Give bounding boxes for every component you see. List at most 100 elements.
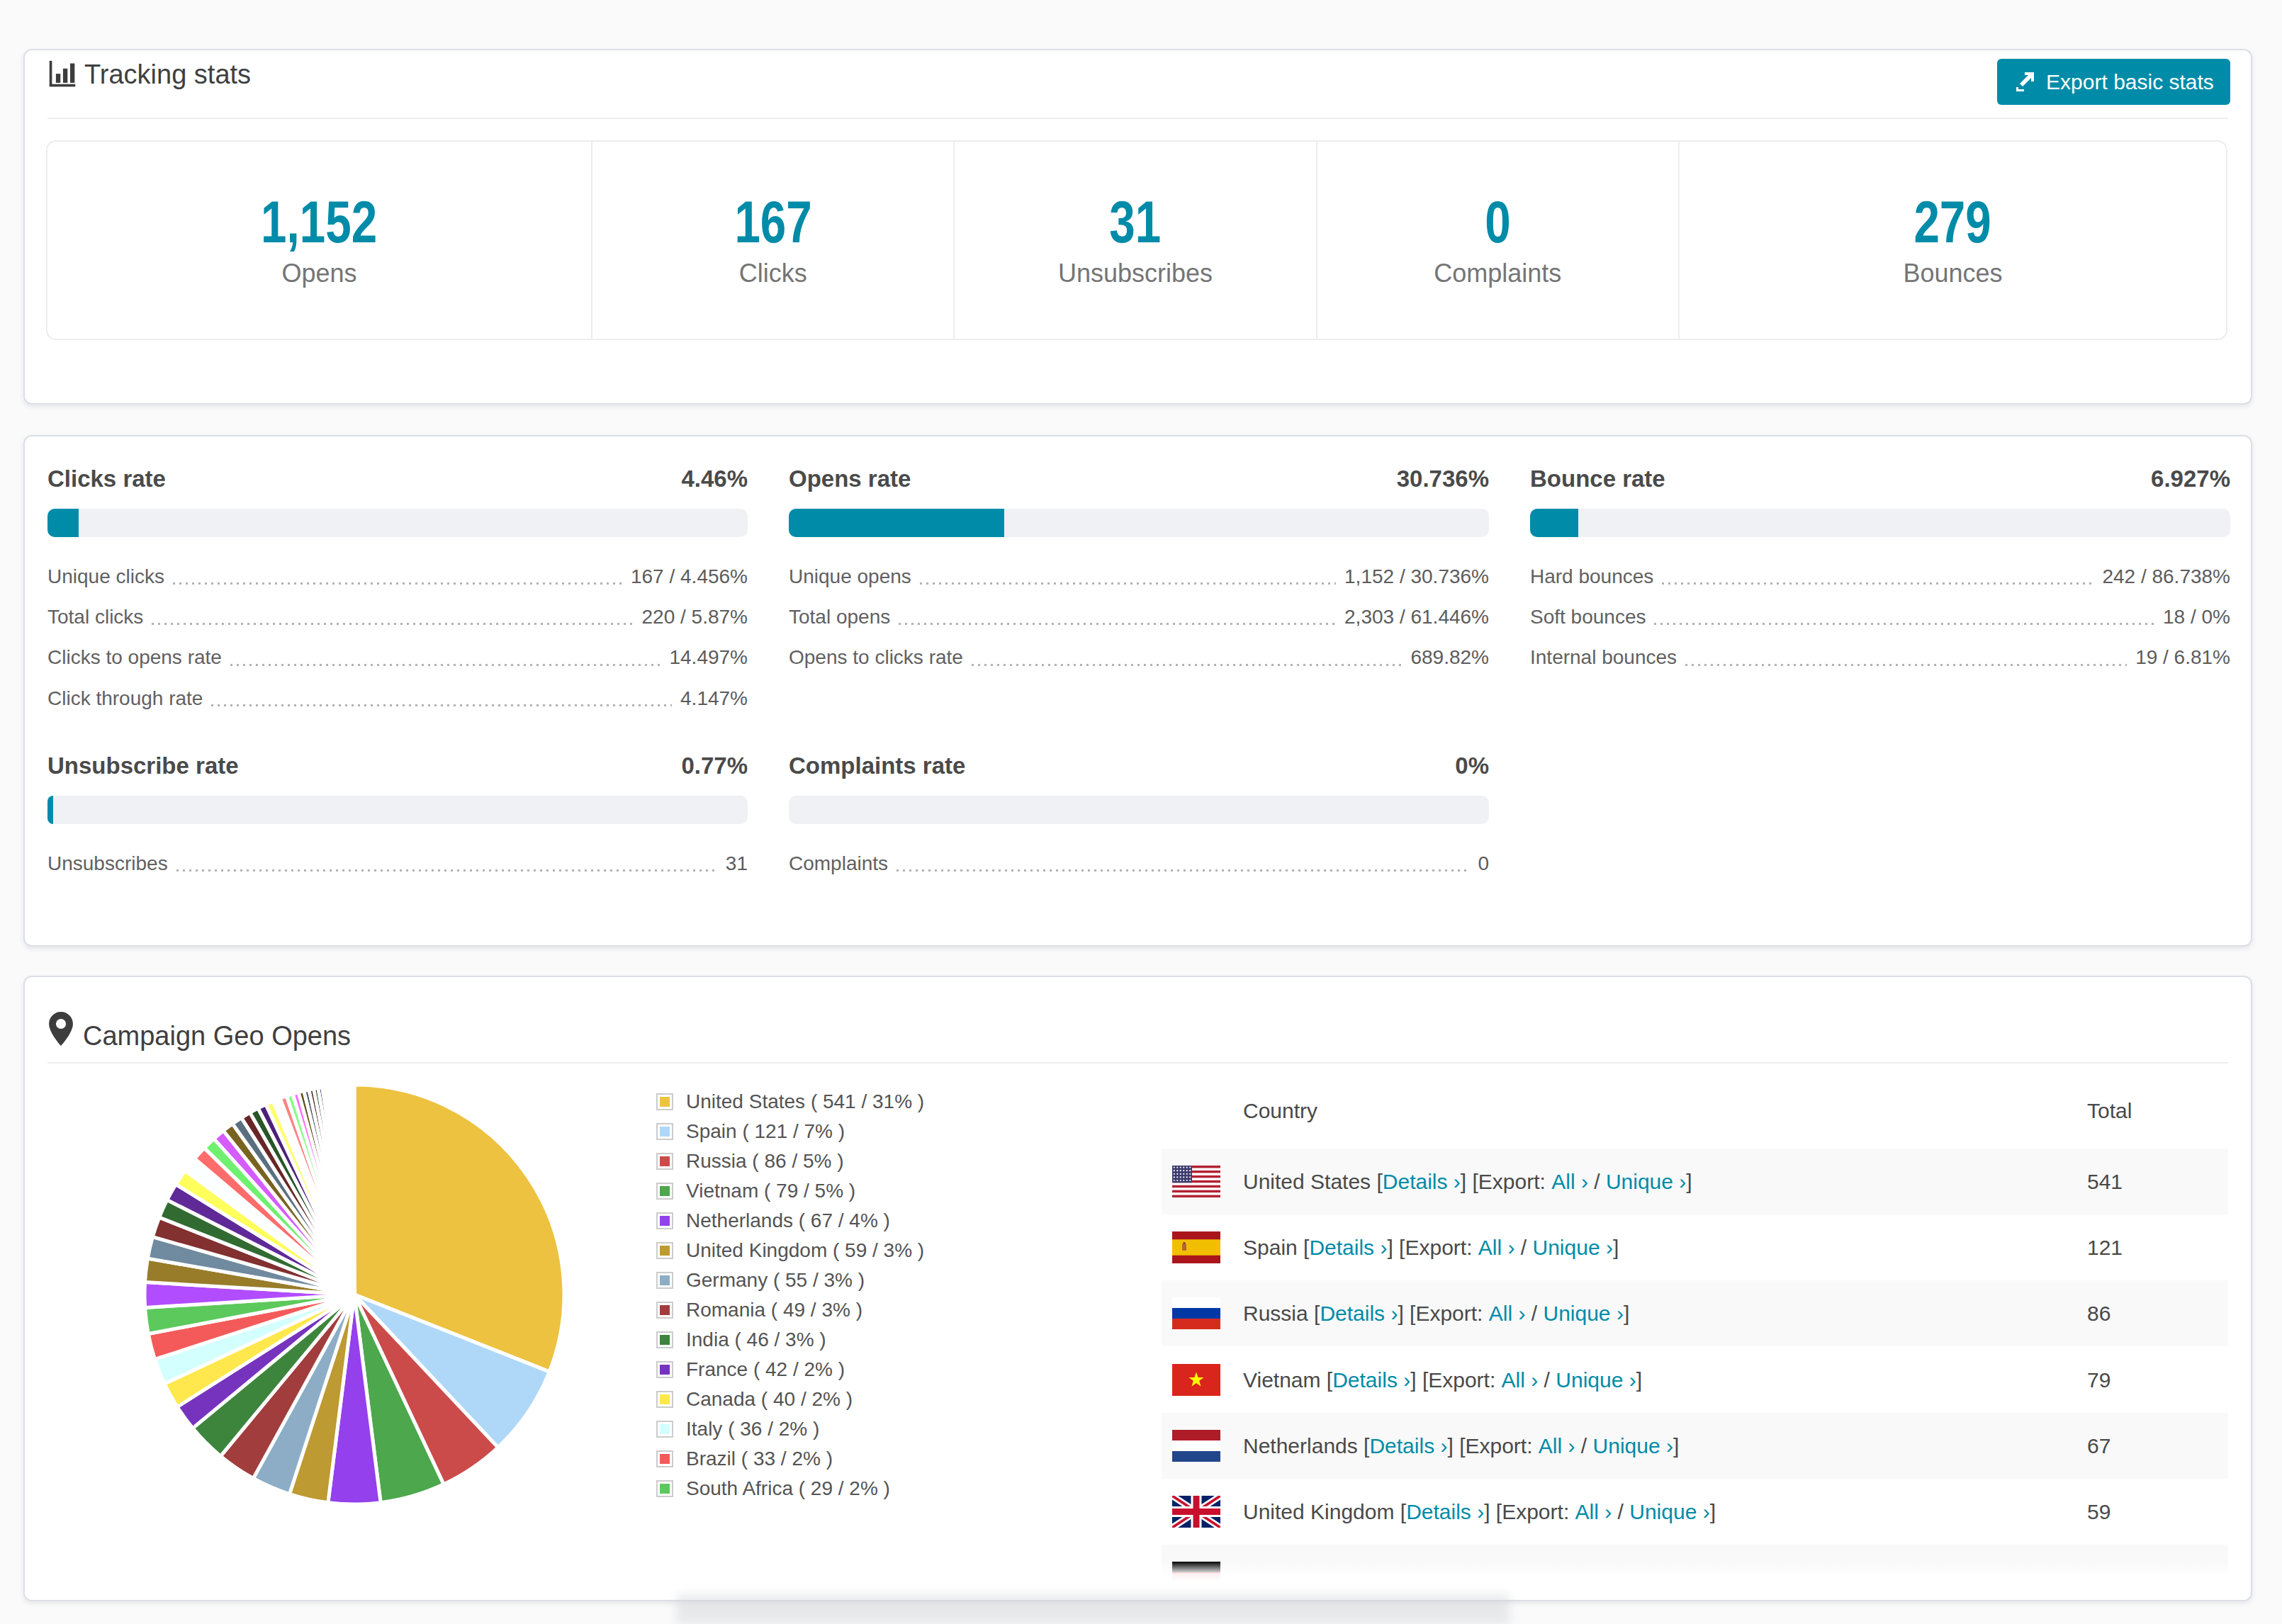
dotted-leader — [176, 869, 717, 872]
export-unique-link[interactable]: Unique › — [1533, 1236, 1613, 1260]
geo-table-row-us: United States [Details ›] [Export: All ›… — [1162, 1149, 2228, 1214]
details-link[interactable]: Details › — [1369, 1434, 1447, 1458]
rate-row-value: 19 / 6.81% — [2135, 646, 2230, 669]
rate-row-value: 18 / 0% — [2163, 606, 2230, 628]
rate-value: 30.736% — [1397, 466, 1489, 492]
legend-item-es: Spain ( 121 / 7% ) — [656, 1117, 924, 1146]
bracket: ] [Export: — [1398, 1302, 1488, 1326]
export-all-link[interactable]: All › — [1575, 1500, 1612, 1524]
export-all-link[interactable]: All › — [1489, 1302, 1526, 1326]
bracket: [ — [1298, 1236, 1310, 1260]
legend-item-vn: Vietnam ( 79 / 5% ) — [656, 1176, 924, 1206]
legend-item-it: Italy ( 36 / 2% ) — [656, 1414, 924, 1444]
country-total: 121 — [2087, 1214, 2123, 1280]
tracking-stats-card: Tracking stats Export basic stats 1,152O… — [23, 49, 2252, 405]
slash: / — [1588, 1170, 1606, 1194]
rate-progress-track — [47, 509, 748, 537]
rate-row-label: Unique clicks — [47, 565, 164, 588]
rate-row-label: Internal bounces — [1530, 646, 1677, 669]
export-all-link[interactable]: All › — [1539, 1434, 1575, 1458]
stat-box-clicks: 167Clicks — [592, 142, 955, 339]
rate-row: Unsubscribes31 — [47, 843, 748, 884]
country-name: Vietnam — [1243, 1368, 1321, 1392]
geo-table-header: Country Total — [1162, 1077, 2228, 1149]
rate-row: Unique opens1,152 / 30.736% — [789, 556, 1489, 597]
dotted-leader — [896, 869, 1469, 872]
rate-row: Soft bounces 18 / 0% — [1530, 597, 2230, 637]
export-all-link[interactable]: All › — [1502, 1368, 1539, 1392]
legend-label: Vietnam ( 79 / 5% ) — [686, 1180, 855, 1202]
stat-box-opens: 1,152Opens — [47, 142, 592, 339]
country-name: United Kingdom — [1243, 1500, 1394, 1524]
export-unique-link[interactable]: Unique › — [1556, 1368, 1636, 1392]
details-link[interactable]: Details › — [1320, 1302, 1398, 1326]
rate-row: Click through rate4.147% — [47, 678, 748, 718]
details-link[interactable]: Details › — [1383, 1170, 1461, 1194]
bar-chart-icon — [47, 60, 77, 89]
rate-row-value: 14.497% — [669, 646, 748, 669]
location-pin-icon — [49, 1012, 73, 1046]
card1-divider — [47, 118, 2228, 119]
rate-block-opens-rate: Opens rate30.736%Unique opens1,152 / 30.… — [789, 466, 1489, 492]
geo-table-row-ru: Russia [Details ›] [Export: All › / Uniq… — [1162, 1280, 2228, 1346]
details-link[interactable]: Details › — [1309, 1236, 1387, 1260]
legend-item-us: United States ( 541 / 31% ) — [656, 1087, 924, 1117]
legend-item-za: South Africa ( 29 / 2% ) — [656, 1474, 924, 1504]
dotted-leader — [1654, 623, 2154, 625]
export-unique-link[interactable]: Unique › — [1629, 1500, 1709, 1524]
rate-row-label: Opens to clicks rate — [789, 646, 963, 669]
export-unique-link[interactable]: Unique › — [1606, 1170, 1686, 1194]
rate-row: Clicks to opens rate 14.497% — [47, 638, 748, 678]
bracket: ] [Export: — [1387, 1236, 1478, 1260]
legend-label: Germany ( 55 / 3% ) — [686, 1269, 865, 1292]
export-all-link[interactable]: All › — [1478, 1236, 1515, 1260]
rate-row-label: Total clicks — [47, 606, 143, 628]
legend-swatch — [656, 1450, 673, 1467]
legend-label: South Africa ( 29 / 2% ) — [686, 1477, 890, 1500]
bracket: ] [Export: — [1484, 1500, 1575, 1524]
rate-block-clicks-rate: Clicks rate4.46%Unique clicks167 / 4.456… — [47, 466, 748, 492]
export-unique-link[interactable]: Unique › — [1593, 1434, 1673, 1458]
details-link[interactable]: Details › — [1332, 1368, 1410, 1392]
legend-item-gb: United Kingdom ( 59 / 3% ) — [656, 1236, 924, 1265]
rate-row-label: Unsubscribes — [47, 852, 168, 875]
rate-row-value: 167 / 4.456% — [631, 565, 748, 588]
export-basic-stats-button[interactable]: Export basic stats — [1997, 59, 2230, 105]
rate-row: Complaints0 — [789, 843, 1489, 884]
rate-value: 0.77% — [681, 752, 748, 779]
bracket: [ — [1358, 1434, 1370, 1458]
stat-row: 1,152Opens167Clicks31Unsubscribes0Compla… — [46, 140, 2227, 340]
legend-swatch — [656, 1123, 673, 1140]
legend-label: Spain ( 121 / 7% ) — [686, 1120, 845, 1143]
geo-table-row-es: Spain [Details ›] [Export: All › / Uniqu… — [1162, 1214, 2228, 1280]
dotted-leader — [211, 704, 672, 706]
country-total: 541 — [2087, 1149, 2123, 1214]
flag-icon-ru — [1172, 1297, 1220, 1329]
stat-label: Bounces — [1903, 255, 2002, 292]
rate-value: 4.46% — [681, 466, 748, 492]
bracket: ] — [1636, 1368, 1642, 1392]
export-all-link[interactable]: All › — [1551, 1170, 1588, 1194]
export-unique-link[interactable]: Unique › — [1543, 1302, 1623, 1326]
rate-progress-fill — [47, 796, 53, 824]
legend-item-nl: Netherlands ( 67 / 4% ) — [656, 1206, 924, 1236]
flag-icon-es — [1172, 1231, 1220, 1263]
slash: / — [1525, 1302, 1543, 1326]
rate-row-value: 4.147% — [680, 687, 748, 710]
rate-row-value: 220 / 5.87% — [642, 606, 748, 628]
legend-label: Italy ( 36 / 2% ) — [686, 1418, 819, 1440]
rate-row-label: Soft bounces — [1530, 606, 1646, 628]
dotted-leader — [173, 582, 622, 585]
legend-label: France ( 42 / 2% ) — [686, 1358, 845, 1381]
country-column-header: Country — [1243, 1099, 1317, 1123]
rate-title: Unsubscribe rate — [47, 752, 239, 779]
stat-box-complaints: 0Complaints — [1317, 142, 1680, 339]
rate-row-label: Hard bounces — [1530, 565, 1653, 588]
bracket: [ — [1308, 1302, 1320, 1326]
legend-label: Netherlands ( 67 / 4% ) — [686, 1209, 890, 1232]
details-link[interactable]: Details › — [1406, 1500, 1484, 1524]
rate-row-label: Clicks to opens rate — [47, 646, 222, 669]
rate-row-label: Total opens — [789, 606, 890, 628]
legend-label: Romania ( 49 / 3% ) — [686, 1299, 862, 1321]
stat-value: 1,152 — [262, 193, 378, 250]
